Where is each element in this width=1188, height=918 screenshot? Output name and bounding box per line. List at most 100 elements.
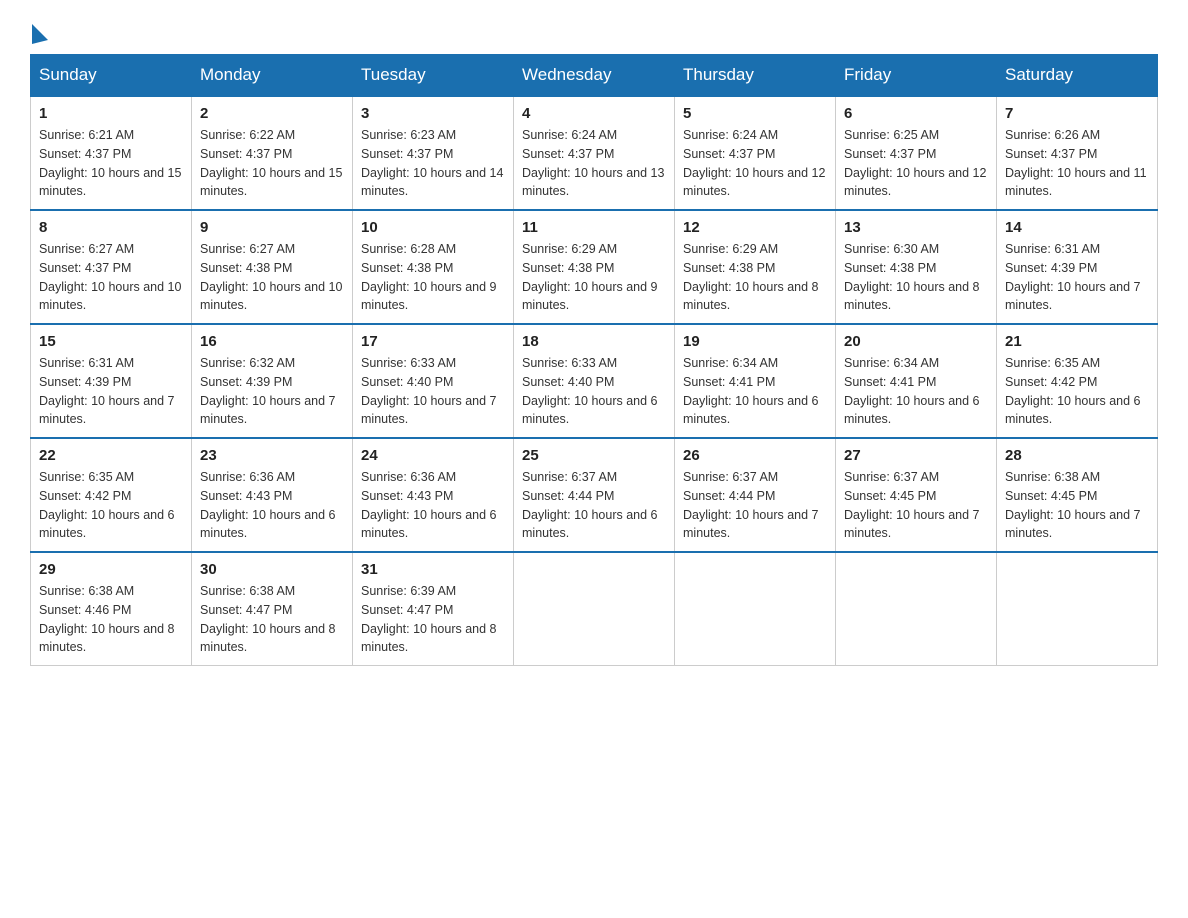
day-number: 14 [1005, 219, 1149, 236]
calendar-header-thursday: Thursday [675, 55, 836, 97]
calendar-header-monday: Monday [192, 55, 353, 97]
calendar-header-wednesday: Wednesday [514, 55, 675, 97]
day-number: 27 [844, 447, 988, 464]
calendar-cell: 14 Sunrise: 6:31 AMSunset: 4:39 PMDaylig… [997, 210, 1158, 324]
logo-arrow-icon [32, 24, 48, 44]
day-info: Sunrise: 6:35 AMSunset: 4:42 PMDaylight:… [39, 470, 175, 540]
day-info: Sunrise: 6:25 AMSunset: 4:37 PMDaylight:… [844, 128, 986, 198]
page-header [30, 20, 1158, 44]
calendar-header-friday: Friday [836, 55, 997, 97]
day-number: 12 [683, 219, 827, 236]
day-info: Sunrise: 6:38 AMSunset: 4:45 PMDaylight:… [1005, 470, 1141, 540]
day-number: 22 [39, 447, 183, 464]
calendar-cell: 15 Sunrise: 6:31 AMSunset: 4:39 PMDaylig… [31, 324, 192, 438]
calendar-cell: 2 Sunrise: 6:22 AMSunset: 4:37 PMDayligh… [192, 96, 353, 210]
calendar-cell: 5 Sunrise: 6:24 AMSunset: 4:37 PMDayligh… [675, 96, 836, 210]
calendar-cell: 20 Sunrise: 6:34 AMSunset: 4:41 PMDaylig… [836, 324, 997, 438]
day-info: Sunrise: 6:22 AMSunset: 4:37 PMDaylight:… [200, 128, 342, 198]
calendar-cell: 26 Sunrise: 6:37 AMSunset: 4:44 PMDaylig… [675, 438, 836, 552]
calendar-cell: 3 Sunrise: 6:23 AMSunset: 4:37 PMDayligh… [353, 96, 514, 210]
day-number: 9 [200, 219, 344, 236]
calendar-week-row: 22 Sunrise: 6:35 AMSunset: 4:42 PMDaylig… [31, 438, 1158, 552]
day-info: Sunrise: 6:23 AMSunset: 4:37 PMDaylight:… [361, 128, 503, 198]
day-number: 10 [361, 219, 505, 236]
day-info: Sunrise: 6:39 AMSunset: 4:47 PMDaylight:… [361, 584, 497, 654]
day-number: 17 [361, 333, 505, 350]
day-number: 30 [200, 561, 344, 578]
day-info: Sunrise: 6:38 AMSunset: 4:46 PMDaylight:… [39, 584, 175, 654]
day-number: 31 [361, 561, 505, 578]
calendar-cell: 11 Sunrise: 6:29 AMSunset: 4:38 PMDaylig… [514, 210, 675, 324]
day-info: Sunrise: 6:36 AMSunset: 4:43 PMDaylight:… [200, 470, 336, 540]
calendar-week-row: 8 Sunrise: 6:27 AMSunset: 4:37 PMDayligh… [31, 210, 1158, 324]
day-info: Sunrise: 6:27 AMSunset: 4:38 PMDaylight:… [200, 242, 342, 312]
calendar-cell: 7 Sunrise: 6:26 AMSunset: 4:37 PMDayligh… [997, 96, 1158, 210]
day-info: Sunrise: 6:32 AMSunset: 4:39 PMDaylight:… [200, 356, 336, 426]
day-info: Sunrise: 6:28 AMSunset: 4:38 PMDaylight:… [361, 242, 497, 312]
calendar-cell: 30 Sunrise: 6:38 AMSunset: 4:47 PMDaylig… [192, 552, 353, 666]
calendar-cell: 28 Sunrise: 6:38 AMSunset: 4:45 PMDaylig… [997, 438, 1158, 552]
day-number: 7 [1005, 105, 1149, 122]
calendar-cell: 27 Sunrise: 6:37 AMSunset: 4:45 PMDaylig… [836, 438, 997, 552]
calendar-cell [675, 552, 836, 666]
day-number: 15 [39, 333, 183, 350]
calendar-cell: 16 Sunrise: 6:32 AMSunset: 4:39 PMDaylig… [192, 324, 353, 438]
calendar-week-row: 29 Sunrise: 6:38 AMSunset: 4:46 PMDaylig… [31, 552, 1158, 666]
day-info: Sunrise: 6:30 AMSunset: 4:38 PMDaylight:… [844, 242, 980, 312]
day-number: 8 [39, 219, 183, 236]
day-info: Sunrise: 6:27 AMSunset: 4:37 PMDaylight:… [39, 242, 181, 312]
day-number: 18 [522, 333, 666, 350]
day-info: Sunrise: 6:38 AMSunset: 4:47 PMDaylight:… [200, 584, 336, 654]
calendar-cell: 29 Sunrise: 6:38 AMSunset: 4:46 PMDaylig… [31, 552, 192, 666]
day-number: 4 [522, 105, 666, 122]
day-info: Sunrise: 6:24 AMSunset: 4:37 PMDaylight:… [683, 128, 825, 198]
day-info: Sunrise: 6:24 AMSunset: 4:37 PMDaylight:… [522, 128, 664, 198]
day-number: 13 [844, 219, 988, 236]
day-info: Sunrise: 6:29 AMSunset: 4:38 PMDaylight:… [522, 242, 658, 312]
day-number: 25 [522, 447, 666, 464]
day-info: Sunrise: 6:37 AMSunset: 4:44 PMDaylight:… [683, 470, 819, 540]
calendar-cell: 8 Sunrise: 6:27 AMSunset: 4:37 PMDayligh… [31, 210, 192, 324]
calendar-cell: 18 Sunrise: 6:33 AMSunset: 4:40 PMDaylig… [514, 324, 675, 438]
day-info: Sunrise: 6:37 AMSunset: 4:44 PMDaylight:… [522, 470, 658, 540]
calendar-cell [514, 552, 675, 666]
day-number: 2 [200, 105, 344, 122]
day-number: 1 [39, 105, 183, 122]
day-number: 24 [361, 447, 505, 464]
calendar-cell: 23 Sunrise: 6:36 AMSunset: 4:43 PMDaylig… [192, 438, 353, 552]
calendar-table: SundayMondayTuesdayWednesdayThursdayFrid… [30, 54, 1158, 666]
day-info: Sunrise: 6:33 AMSunset: 4:40 PMDaylight:… [522, 356, 658, 426]
day-info: Sunrise: 6:31 AMSunset: 4:39 PMDaylight:… [39, 356, 175, 426]
day-number: 20 [844, 333, 988, 350]
calendar-header-row: SundayMondayTuesdayWednesdayThursdayFrid… [31, 55, 1158, 97]
calendar-cell: 1 Sunrise: 6:21 AMSunset: 4:37 PMDayligh… [31, 96, 192, 210]
calendar-cell: 9 Sunrise: 6:27 AMSunset: 4:38 PMDayligh… [192, 210, 353, 324]
day-info: Sunrise: 6:33 AMSunset: 4:40 PMDaylight:… [361, 356, 497, 426]
day-info: Sunrise: 6:34 AMSunset: 4:41 PMDaylight:… [683, 356, 819, 426]
calendar-header-saturday: Saturday [997, 55, 1158, 97]
calendar-cell: 22 Sunrise: 6:35 AMSunset: 4:42 PMDaylig… [31, 438, 192, 552]
calendar-cell [836, 552, 997, 666]
day-info: Sunrise: 6:21 AMSunset: 4:37 PMDaylight:… [39, 128, 181, 198]
calendar-cell: 17 Sunrise: 6:33 AMSunset: 4:40 PMDaylig… [353, 324, 514, 438]
calendar-cell [997, 552, 1158, 666]
day-info: Sunrise: 6:26 AMSunset: 4:37 PMDaylight:… [1005, 128, 1147, 198]
day-number: 16 [200, 333, 344, 350]
calendar-cell: 4 Sunrise: 6:24 AMSunset: 4:37 PMDayligh… [514, 96, 675, 210]
calendar-cell: 19 Sunrise: 6:34 AMSunset: 4:41 PMDaylig… [675, 324, 836, 438]
calendar-cell: 10 Sunrise: 6:28 AMSunset: 4:38 PMDaylig… [353, 210, 514, 324]
day-info: Sunrise: 6:34 AMSunset: 4:41 PMDaylight:… [844, 356, 980, 426]
day-number: 28 [1005, 447, 1149, 464]
day-number: 6 [844, 105, 988, 122]
day-number: 11 [522, 219, 666, 236]
day-info: Sunrise: 6:36 AMSunset: 4:43 PMDaylight:… [361, 470, 497, 540]
logo [30, 20, 48, 44]
day-number: 3 [361, 105, 505, 122]
calendar-week-row: 15 Sunrise: 6:31 AMSunset: 4:39 PMDaylig… [31, 324, 1158, 438]
day-info: Sunrise: 6:29 AMSunset: 4:38 PMDaylight:… [683, 242, 819, 312]
day-number: 5 [683, 105, 827, 122]
day-number: 29 [39, 561, 183, 578]
calendar-header-tuesday: Tuesday [353, 55, 514, 97]
day-number: 26 [683, 447, 827, 464]
calendar-cell: 25 Sunrise: 6:37 AMSunset: 4:44 PMDaylig… [514, 438, 675, 552]
